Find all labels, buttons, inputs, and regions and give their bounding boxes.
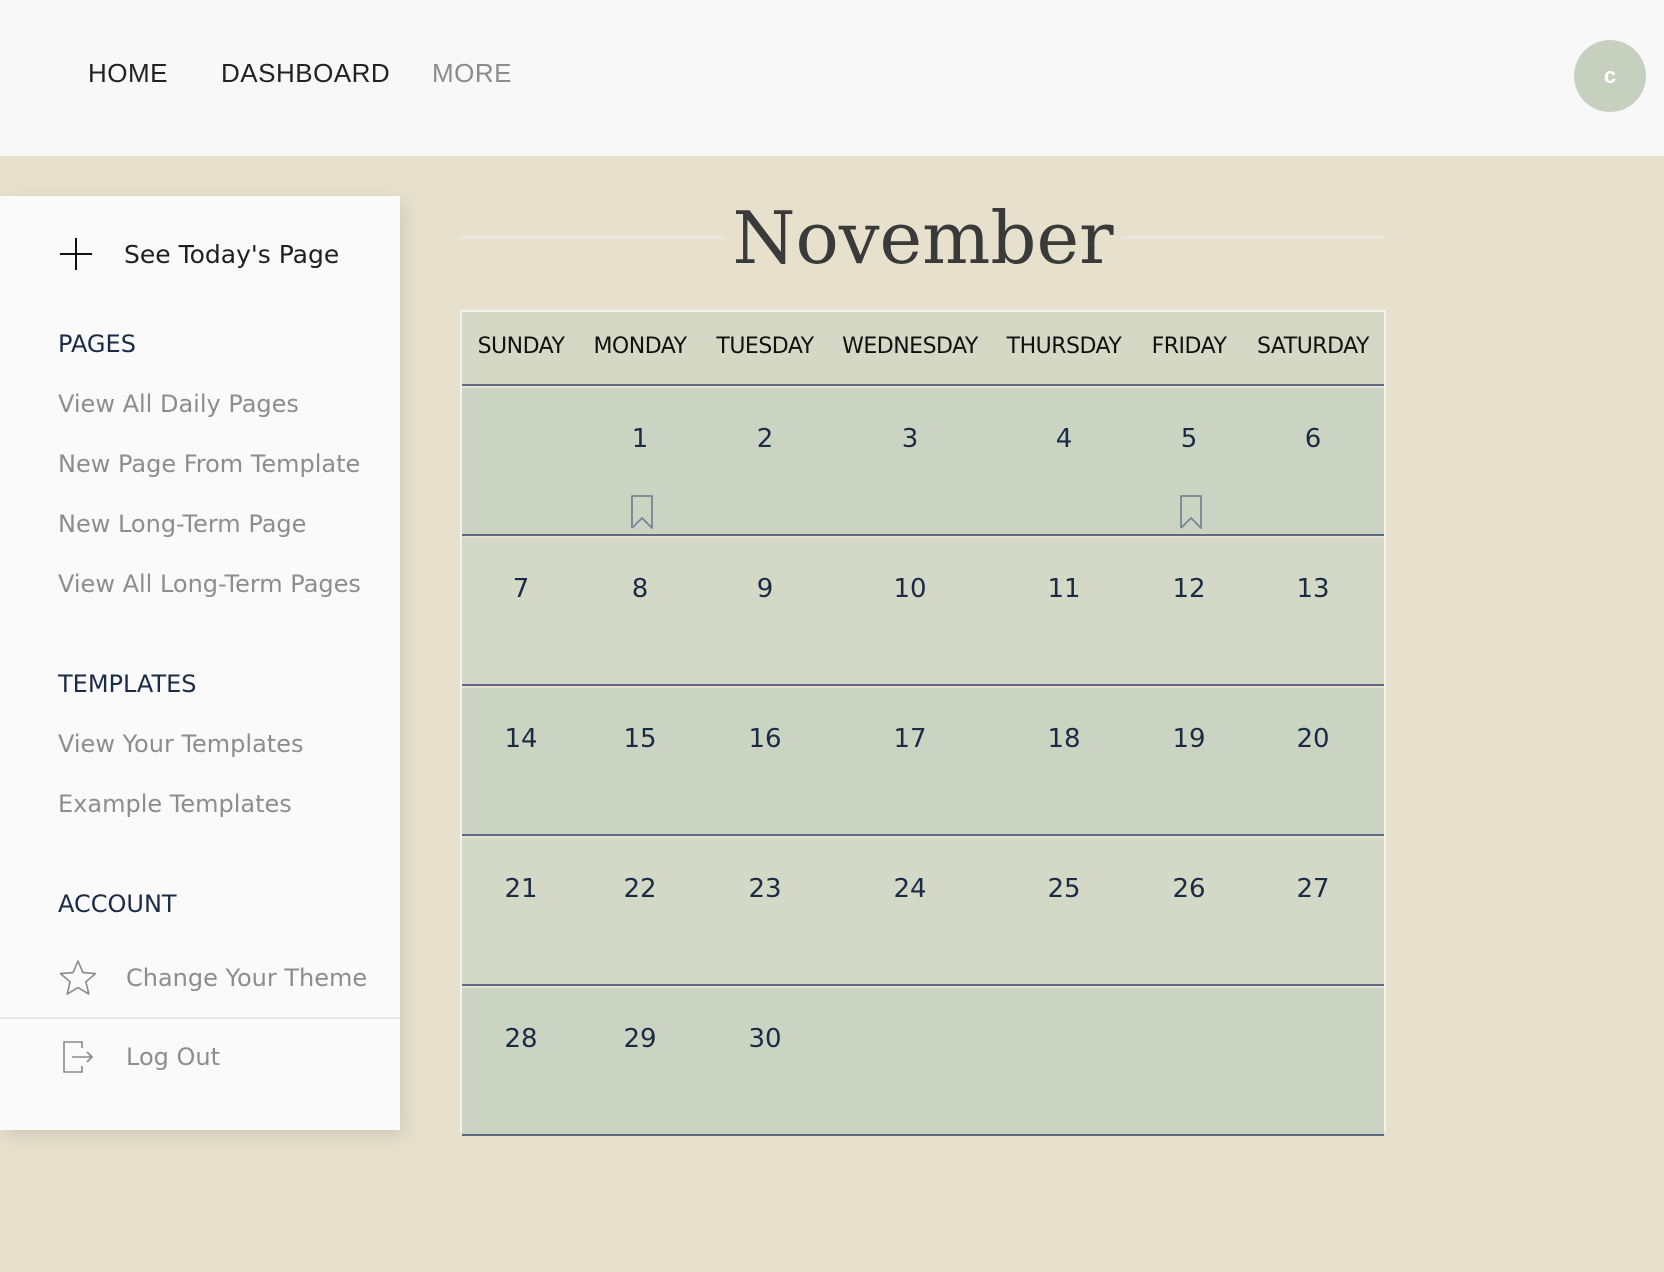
nav-more-link[interactable]: MORE bbox=[432, 58, 512, 89]
calendar-day[interactable]: 14 bbox=[504, 724, 537, 754]
weekday-saturday: SATURDAY bbox=[1257, 334, 1369, 359]
week-row-4: 21 22 23 24 25 26 27 bbox=[462, 838, 1384, 986]
see-todays-page-label: See Today's Page bbox=[124, 239, 340, 269]
calendar-day[interactable]: 20 bbox=[1296, 724, 1329, 754]
calendar-day[interactable]: 30 bbox=[748, 1024, 781, 1054]
sidebar-divider bbox=[0, 1017, 400, 1019]
avatar[interactable]: c bbox=[1574, 40, 1646, 112]
new-page-from-template-link[interactable]: New Page From Template bbox=[58, 450, 360, 478]
calendar-day[interactable]: 3 bbox=[902, 424, 919, 454]
weekday-thursday: THURSDAY bbox=[1006, 334, 1122, 359]
calendar-day[interactable]: 4 bbox=[1056, 424, 1073, 454]
calendar-grid: SUNDAY MONDAY TUESDAY WEDNESDAY THURSDAY… bbox=[460, 310, 1386, 1136]
calendar-day[interactable]: 27 bbox=[1296, 874, 1329, 904]
view-your-templates-link[interactable]: View Your Templates bbox=[58, 730, 303, 758]
month-divider-left bbox=[460, 236, 724, 239]
nav-home-link[interactable]: HOME bbox=[88, 58, 168, 89]
calendar-day[interactable]: 7 bbox=[513, 574, 530, 604]
star-icon bbox=[59, 960, 97, 995]
weekday-monday: MONDAY bbox=[593, 334, 687, 359]
calendar-day[interactable]: 9 bbox=[757, 574, 774, 604]
calendar-day[interactable]: 13 bbox=[1296, 574, 1329, 604]
calendar-day[interactable]: 19 bbox=[1172, 724, 1205, 754]
month-divider-right bbox=[1122, 236, 1386, 239]
change-theme-label: Change Your Theme bbox=[126, 964, 368, 992]
weekday-friday: FRIDAY bbox=[1151, 334, 1227, 359]
calendar-day[interactable]: 15 bbox=[623, 724, 656, 754]
calendar-day[interactable]: 8 bbox=[632, 574, 649, 604]
change-theme-button[interactable]: Change Your Theme bbox=[58, 958, 367, 998]
weekday-sunday: SUNDAY bbox=[477, 334, 565, 359]
calendar-day[interactable]: 25 bbox=[1047, 874, 1080, 904]
weekday-wednesday: WEDNESDAY bbox=[842, 334, 978, 359]
bookmark-icon[interactable] bbox=[630, 494, 654, 530]
month-header: November bbox=[460, 190, 1386, 286]
log-out-icon bbox=[63, 1041, 94, 1073]
log-out-button[interactable]: Log Out bbox=[62, 1040, 220, 1074]
week-row-3: 14 15 16 17 18 19 20 bbox=[462, 688, 1384, 836]
calendar-day[interactable]: 24 bbox=[893, 874, 926, 904]
sidebar: See Today's Page PAGES View All Daily Pa… bbox=[0, 196, 400, 1130]
view-all-long-term-pages-link[interactable]: View All Long-Term Pages bbox=[58, 570, 361, 598]
calendar-day[interactable]: 26 bbox=[1172, 874, 1205, 904]
templates-heading: TEMPLATES bbox=[58, 670, 197, 698]
calendar-day[interactable]: 11 bbox=[1047, 574, 1080, 604]
calendar-day[interactable]: 10 bbox=[893, 574, 926, 604]
calendar-day[interactable]: 16 bbox=[748, 724, 781, 754]
plus-icon bbox=[60, 238, 92, 270]
new-long-term-page-link[interactable]: New Long-Term Page bbox=[58, 510, 306, 538]
month-title: November bbox=[732, 196, 1114, 280]
calendar-day[interactable]: 22 bbox=[623, 874, 656, 904]
week-row-2: 7 8 9 10 11 12 13 bbox=[462, 538, 1384, 686]
nav-dashboard-link[interactable]: DASHBOARD bbox=[221, 58, 390, 89]
pages-heading: PAGES bbox=[58, 330, 136, 358]
see-todays-page-button[interactable]: See Today's Page bbox=[58, 236, 339, 272]
calendar-day[interactable]: 18 bbox=[1047, 724, 1080, 754]
account-heading: ACCOUNT bbox=[58, 890, 177, 918]
week-row-1: 1 2 3 4 5 6 bbox=[462, 388, 1384, 536]
calendar-day[interactable]: 23 bbox=[748, 874, 781, 904]
log-out-label: Log Out bbox=[126, 1043, 221, 1071]
calendar-day[interactable]: 5 bbox=[1181, 424, 1198, 454]
calendar-day[interactable]: 1 bbox=[632, 424, 649, 454]
calendar-day[interactable]: 29 bbox=[623, 1024, 656, 1054]
week-row-5: 28 29 30 bbox=[462, 988, 1384, 1136]
calendar-day[interactable]: 12 bbox=[1172, 574, 1205, 604]
calendar-day[interactable]: 6 bbox=[1305, 424, 1322, 454]
calendar-day[interactable]: 21 bbox=[504, 874, 537, 904]
view-all-daily-pages-link[interactable]: View All Daily Pages bbox=[58, 390, 299, 418]
calendar-day[interactable]: 28 bbox=[504, 1024, 537, 1054]
top-navigation: HOME DASHBOARD MORE c bbox=[0, 0, 1664, 156]
weekday-header-row: SUNDAY MONDAY TUESDAY WEDNESDAY THURSDAY… bbox=[462, 312, 1384, 386]
bookmark-icon[interactable] bbox=[1179, 494, 1203, 530]
calendar-day[interactable]: 17 bbox=[893, 724, 926, 754]
calendar-day[interactable]: 2 bbox=[757, 424, 774, 454]
weekday-tuesday: TUESDAY bbox=[716, 334, 814, 359]
example-templates-link[interactable]: Example Templates bbox=[58, 790, 292, 818]
